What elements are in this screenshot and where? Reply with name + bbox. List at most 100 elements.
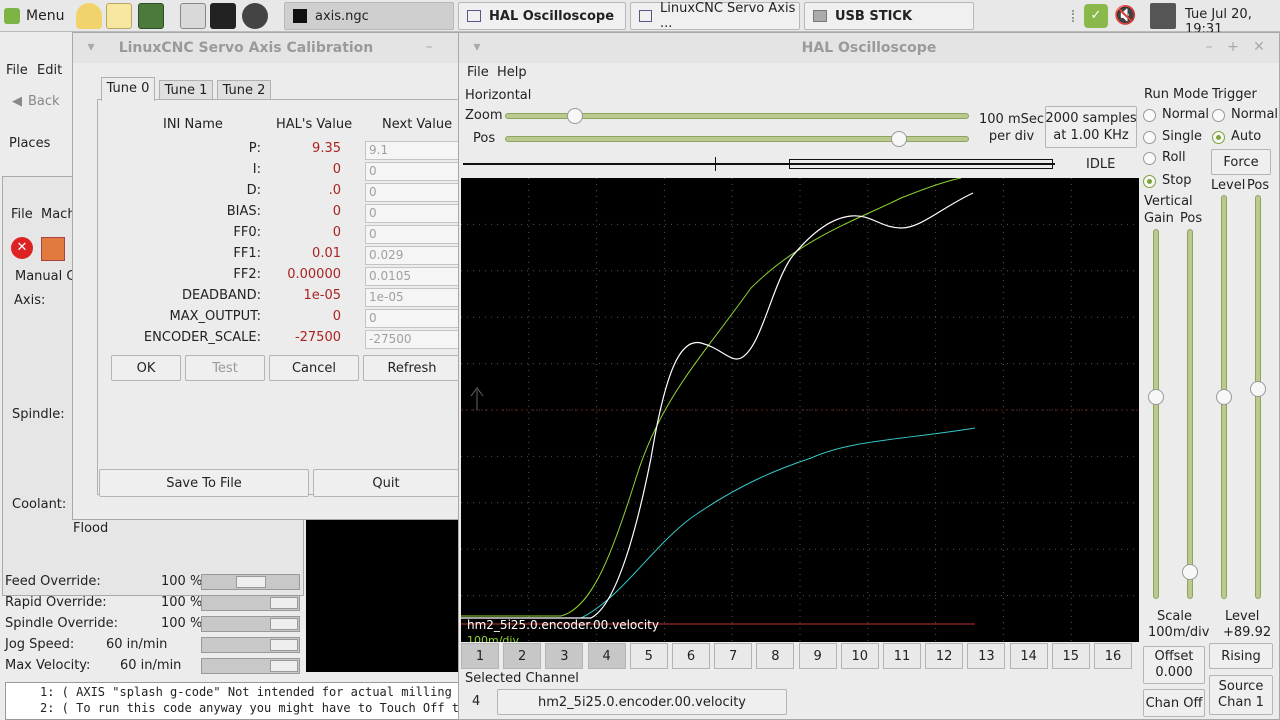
source-button[interactable]: Source Chan 1 — [1209, 675, 1273, 715]
trigger-pos-slider-knob[interactable] — [1250, 381, 1266, 397]
param-next-value-field[interactable]: 0 — [365, 309, 461, 328]
param-next-value-field[interactable]: -27500 — [365, 330, 461, 349]
maximize-icon[interactable]: + — [1225, 39, 1241, 55]
trace-name-label: hm2_5i25.0.encoder.00.velocity — [467, 618, 659, 632]
text-editor-launcher-icon[interactable] — [106, 3, 132, 29]
files-launcher-icon[interactable] — [180, 3, 206, 29]
timebase-label: 100 mSec per div — [979, 112, 1045, 144]
param-next-value-field[interactable]: 9.1 — [365, 141, 461, 160]
axis-preview-area[interactable] — [306, 520, 460, 672]
task-usb-stick[interactable]: USB STICK — [804, 2, 974, 30]
task-axis[interactable]: axis.ngc — [284, 2, 454, 30]
power-icon[interactable] — [41, 237, 65, 261]
pos-slider-knob[interactable] — [891, 131, 908, 147]
gcode-listing[interactable]: 1: ( AXIS "splash g-code" Not intended f… — [5, 682, 460, 720]
channel-button-14[interactable]: 14 — [1009, 643, 1048, 669]
channel-button-1[interactable]: 1 — [461, 643, 499, 669]
channel-button-2[interactable]: 2 — [503, 643, 542, 669]
channel-button-10[interactable]: 10 — [840, 643, 879, 669]
selected-channel-label: Selected Channel — [465, 671, 579, 686]
axis-menu-edit[interactable]: Edit — [37, 63, 62, 78]
channel-button-13[interactable]: 13 — [967, 643, 1006, 669]
chan-off-button[interactable]: Chan Off — [1143, 689, 1205, 717]
tab-tune-2[interactable]: Tune 2 — [217, 80, 271, 100]
window-menu-icon[interactable]: ▾ — [83, 39, 99, 55]
param-next-value-field[interactable]: 1e-05 — [365, 288, 461, 307]
channel-button-16[interactable]: 16 — [1094, 643, 1132, 669]
menu-button[interactable]: Menu — [4, 4, 64, 28]
network-icon[interactable] — [1150, 3, 1176, 29]
test-button[interactable]: Test — [185, 355, 265, 381]
axis-menu2-machine[interactable]: Mach — [41, 207, 76, 222]
console-launcher-icon[interactable] — [210, 3, 236, 29]
trigger-pos-slider[interactable] — [1255, 195, 1261, 599]
zoom-slider-knob[interactable] — [566, 108, 583, 124]
channel-button-7[interactable]: 7 — [714, 643, 753, 669]
gain-label: Gain — [1144, 211, 1174, 226]
record-position-bar[interactable] — [463, 157, 1055, 171]
task-hal-oscilloscope[interactable]: HAL Oscilloscope — [458, 2, 626, 30]
tab-tune-1[interactable]: Tune 1 — [159, 80, 213, 100]
rapid-override-slider[interactable] — [201, 595, 300, 611]
jog-speed-slider[interactable] — [201, 637, 300, 653]
minimize-icon[interactable]: – — [421, 39, 437, 55]
spindle-override-slider[interactable] — [201, 616, 300, 632]
volume-icon[interactable]: 🔇 — [1114, 4, 1140, 28]
param-next-value-field[interactable]: 0 — [365, 162, 461, 181]
cancel-button[interactable]: Cancel — [269, 355, 359, 381]
scope-plot[interactable]: hm2_5i25.0.encoder.00.velocity 100m/div — [461, 178, 1139, 642]
channel-button-11[interactable]: 11 — [883, 643, 921, 669]
trace-white — [461, 192, 974, 619]
axis-menu-file[interactable]: File — [6, 63, 28, 78]
minimize-icon[interactable]: – — [1201, 39, 1217, 55]
feed-override-slider[interactable] — [201, 574, 300, 590]
vertical-pos-slider[interactable] — [1187, 229, 1193, 599]
save-to-file-button[interactable]: Save To File — [99, 469, 309, 497]
vertical-pos-slider-knob[interactable] — [1182, 564, 1198, 580]
tab-tune-0[interactable]: Tune 0 — [101, 77, 155, 101]
channel-button-8[interactable]: 8 — [756, 643, 795, 669]
window-menu-icon[interactable]: ▾ — [469, 39, 485, 55]
axis-menu2-file[interactable]: File — [11, 207, 33, 222]
gain-slider-knob[interactable] — [1148, 389, 1164, 405]
channel-button-9[interactable]: 9 — [798, 643, 837, 669]
param-next-value-field[interactable]: 0 — [365, 183, 461, 202]
trace-scale-label: 100m/div — [467, 634, 519, 642]
trigger-level-slider-knob[interactable] — [1216, 389, 1232, 405]
samples-button[interactable]: 2000 samples at 1.00 KHz — [1045, 106, 1137, 148]
ok-button[interactable]: OK — [111, 355, 181, 381]
mascot-launcher-icon[interactable] — [76, 3, 102, 29]
channel-button-4[interactable]: 4 — [587, 643, 626, 669]
refresh-button[interactable]: Refresh — [363, 355, 461, 381]
drive-icon — [813, 10, 827, 22]
close-icon[interactable]: ✕ — [1251, 39, 1267, 55]
force-button[interactable]: Force — [1211, 149, 1271, 175]
channel-button-6[interactable]: 6 — [672, 643, 710, 669]
channel-button-15[interactable]: 15 — [1051, 643, 1090, 669]
param-next-value-field[interactable]: 0.029 — [365, 246, 461, 265]
gain-slider[interactable] — [1153, 229, 1159, 599]
channel-button-5[interactable]: 5 — [629, 643, 668, 669]
offset-button[interactable]: Offset 0.000 — [1143, 646, 1205, 684]
param-next-value-field[interactable]: 0.0105 — [365, 267, 461, 286]
estop-icon[interactable]: ✕ — [11, 237, 33, 259]
rising-button[interactable]: Rising — [1209, 643, 1273, 669]
task-servo-calibration[interactable]: LinuxCNC Servo Axis ... — [630, 1, 800, 31]
back-button[interactable]: ◀ Back — [12, 94, 60, 109]
channel-button-12[interactable]: 12 — [925, 643, 964, 669]
param-next-value-field[interactable]: 0 — [365, 204, 461, 223]
channel-button-3[interactable]: 3 — [545, 643, 584, 669]
update-check-icon[interactable]: ✓ — [1084, 4, 1108, 28]
max-velocity-slider[interactable] — [201, 658, 300, 674]
scope-titlebar[interactable]: HAL Oscilloscope — [459, 33, 1279, 63]
flood-checkbox[interactable]: Flood — [73, 521, 108, 536]
scope-menu-file[interactable]: File — [467, 65, 489, 80]
webcam-launcher-icon[interactable] — [242, 3, 268, 29]
calibration-titlebar[interactable]: LinuxCNC Servo Axis Calibration — [73, 33, 459, 63]
param-name: MAX_OUTPUT: — [169, 309, 261, 324]
quit-button[interactable]: Quit — [313, 469, 459, 497]
selected-channel-button[interactable]: hm2_5i25.0.encoder.00.velocity — [497, 689, 787, 715]
scope-menu-help[interactable]: Help — [497, 65, 527, 80]
param-next-value-field[interactable]: 0 — [365, 225, 461, 244]
terminal-launcher-icon[interactable] — [138, 3, 164, 29]
